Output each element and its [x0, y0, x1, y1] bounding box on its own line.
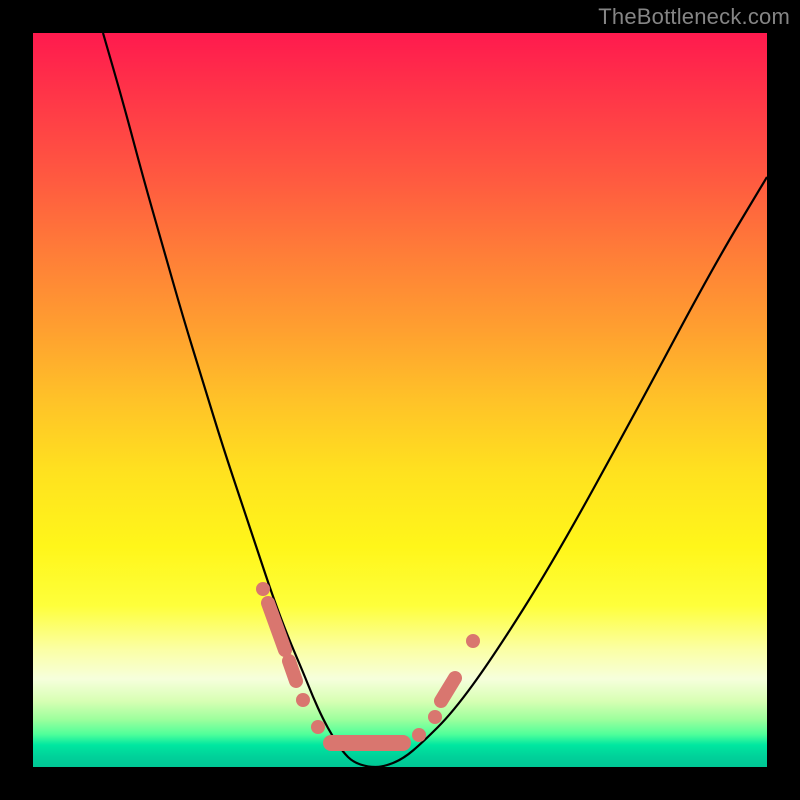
marker-capsule	[289, 661, 296, 681]
curve-layer	[33, 33, 767, 767]
marker-capsule	[268, 603, 285, 650]
marker-capsule	[441, 678, 455, 701]
chart-frame: TheBottleneck.com	[0, 0, 800, 800]
marker-dot	[311, 720, 325, 734]
bottleneck-curve	[103, 33, 767, 767]
marker-dot	[412, 728, 426, 742]
marker-dot	[256, 582, 270, 596]
attribution-label: TheBottleneck.com	[598, 4, 790, 30]
marker-dot	[466, 634, 480, 648]
marker-dot	[296, 693, 310, 707]
marker-dot	[428, 710, 442, 724]
plot-area	[33, 33, 767, 767]
